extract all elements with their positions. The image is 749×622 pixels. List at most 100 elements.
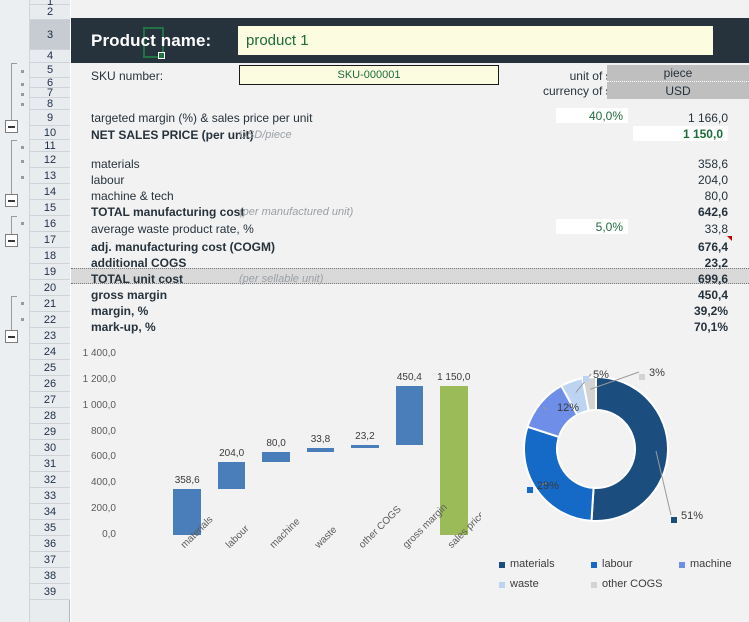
outline-row-dot (21, 146, 24, 149)
legend-item[interactable]: other COGS (602, 578, 663, 590)
comment-indicator-icon[interactable] (727, 236, 732, 241)
row-header-8[interactable]: 8 (30, 98, 70, 110)
waterfall-data-label: 358,6 (174, 474, 200, 486)
net-sales-price-unit: USD/piece (239, 129, 292, 141)
cost-structure-donut-chart[interactable]: 51% 29% 12% 5% 3% materials labour machine wast… (481, 352, 749, 598)
net-sales-price-label: NET SALES PRICE (per unit) (91, 128, 254, 142)
outline-row-dot (21, 93, 24, 96)
row-header-38[interactable]: 38 (30, 568, 70, 584)
row-header-7[interactable]: 7 (30, 87, 70, 99)
row-header-12[interactable]: 12 (30, 152, 70, 168)
cost-row-label: materials (91, 157, 140, 171)
waterfall-bar (217, 462, 246, 489)
cost-waterfall-chart[interactable]: 0,0 200,0 400,0 600,0 800,0 1 000,0 1 200,0 1 4… (83, 348, 487, 598)
legend-item[interactable]: materials (510, 558, 555, 570)
cost-row-value: 23,2 (704, 256, 728, 270)
cost-row-label: average waste product rate, % (91, 222, 254, 236)
cost-row-input[interactable]: 5,0% (556, 219, 628, 234)
cost-row-value: 450,4 (697, 288, 728, 302)
legend-item[interactable]: waste (510, 578, 539, 590)
cost-row-note: (per manufactured unit) (239, 206, 354, 218)
minus-icon (8, 239, 15, 242)
row-header-11[interactable]: 11 (30, 140, 70, 152)
cost-row-label: margin, % (91, 304, 149, 318)
waterfall-bar (306, 447, 335, 452)
minus-icon (8, 335, 15, 338)
currency-of-sales-value[interactable]: USD (607, 82, 749, 99)
outline-collapse-button[interactable] (5, 120, 18, 133)
product-name-label: Product name: (91, 31, 212, 50)
row-header-39[interactable]: 39 (30, 584, 70, 600)
gross-sales-price-value: 1 166,0 (687, 111, 728, 125)
outline-column[interactable] (0, 0, 30, 622)
outline-collapse-button[interactable] (5, 194, 18, 207)
row-header-18[interactable]: 18 (30, 248, 70, 264)
product-name-value: product 1 (246, 32, 309, 49)
waterfall-y-tick: 200,0 (90, 503, 116, 515)
cost-row-label: gross margin (91, 288, 168, 302)
outline-row-dot (21, 83, 24, 86)
row-header-21[interactable]: 21 (30, 296, 70, 312)
row-header-3[interactable]: 3 (30, 20, 70, 50)
donut-data-label: 3% (649, 367, 665, 379)
outline-row-dot (21, 318, 24, 321)
outline-bracket-cap (11, 296, 17, 297)
cost-row-value: 699,6 (697, 272, 728, 286)
net-sales-price-value: 1 150,0 (633, 126, 728, 141)
legend-item[interactable]: machine (690, 558, 732, 570)
unit-of-sales-value[interactable]: piece (607, 65, 749, 82)
legend-item[interactable]: labour (602, 558, 633, 570)
donut-data-label: 5% (593, 369, 609, 381)
donut-data-label: 12% (557, 402, 580, 414)
outline-row-dot (21, 302, 24, 305)
waterfall-y-tick: 600,0 (90, 451, 116, 463)
row-header-10[interactable]: 10 (30, 126, 70, 140)
row-header-20[interactable]: 20 (30, 280, 70, 296)
sku-input[interactable]: SKU-000001 (239, 65, 499, 85)
outline-collapse-button[interactable] (5, 330, 18, 343)
targeted-margin-input[interactable]: 40,0% (556, 108, 628, 123)
row-header-37[interactable]: 37 (30, 552, 70, 568)
outline-bracket-cap (11, 63, 17, 64)
cost-row-value: 70,1% (693, 320, 728, 334)
cost-row-note: (per sellable unit) (239, 273, 324, 285)
targeted-margin-label: targeted margin (%) & sales price per un… (91, 111, 313, 125)
outline-row-dot (21, 103, 24, 106)
cost-row-label: machine & tech (91, 189, 174, 203)
row-header-19[interactable]: 19 (30, 264, 70, 280)
waterfall-y-tick: 1 200,0 (82, 373, 116, 385)
row-header-2[interactable]: 2 (30, 5, 70, 20)
row-header-14[interactable]: 14 (30, 184, 70, 200)
legend-swatch (591, 562, 597, 568)
outline-collapse-button[interactable] (5, 234, 18, 247)
row-header-16[interactable]: 16 (30, 216, 70, 232)
legend-swatch (591, 582, 597, 588)
cost-row-label: TOTAL manufacturing cost (91, 205, 245, 219)
legend-swatch (679, 562, 685, 568)
row-header-13[interactable]: 13 (30, 168, 70, 184)
legend-swatch (499, 562, 505, 568)
cost-row-label: labour (91, 173, 125, 187)
row-header-22[interactable]: 22 (30, 312, 70, 328)
outline-row-dot (21, 222, 24, 225)
donut-data-label: 51% (681, 510, 704, 522)
donut-data-label: 29% (537, 480, 560, 492)
row-header-4[interactable]: 4 (30, 50, 70, 63)
row-header-15[interactable]: 15 (30, 200, 70, 216)
row-header-23[interactable]: 23 (30, 328, 70, 344)
waterfall-y-tick: 400,0 (90, 477, 116, 489)
waterfall-y-tick: 1 000,0 (82, 399, 116, 411)
cost-row-label: TOTAL unit cost (91, 272, 183, 286)
waterfall-data-label: 23,2 (355, 430, 375, 442)
donut-label-swatch (527, 487, 533, 493)
waterfall-y-tick: 800,0 (90, 425, 116, 437)
outline-bracket-cap (11, 216, 17, 217)
excel-sheet-view: 1 2 3 4 5 6 7 8 9 10 11 12 13 14 15 16 17 18 19 20 21 22 23 24 2… (0, 0, 749, 622)
product-name-input[interactable]: product 1 (238, 26, 713, 55)
row-header-33[interactable]: 33 (30, 488, 70, 504)
row-header-9[interactable]: 9 (30, 110, 70, 126)
row-header-17[interactable]: 17 (30, 232, 70, 248)
cost-row-value: 204,0 (697, 173, 728, 187)
cost-row-value: 358,6 (697, 157, 728, 171)
waterfall-x-label: waste (312, 524, 339, 551)
